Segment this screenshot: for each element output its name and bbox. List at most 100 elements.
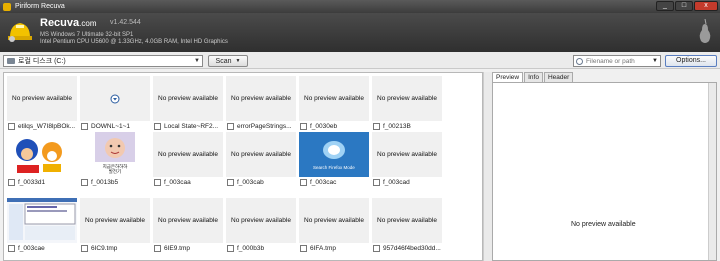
file-thumbnail[interactable]: No preview available f_003cab xyxy=(226,132,296,188)
preview-panel: No preview available xyxy=(492,82,717,261)
scan-label: Scan xyxy=(215,57,232,65)
thumbnail-image: No preview available xyxy=(80,198,150,243)
file-caption: f_003cad xyxy=(372,177,442,188)
filename-input[interactable] xyxy=(586,57,650,65)
image-caption: Search Firefox Mode xyxy=(313,165,355,170)
file-thumbnail[interactable]: No preview available errorPageStrings... xyxy=(226,76,296,132)
file-checkbox[interactable] xyxy=(81,245,88,252)
file-caption: f_003caa xyxy=(153,177,223,188)
options-button[interactable]: Options... xyxy=(665,55,717,67)
file-thumbnail[interactable]: No preview available f_003cad xyxy=(372,132,442,188)
file-name: 6IC9.tmp xyxy=(91,245,118,252)
file-checkbox[interactable] xyxy=(227,123,234,130)
file-checkbox[interactable] xyxy=(300,123,307,130)
tab-preview[interactable]: Preview xyxy=(492,72,524,82)
file-thumbnail[interactable]: No preview available f_003caa xyxy=(153,132,223,188)
file-checkbox[interactable] xyxy=(373,245,380,252)
app-header: Recuva.com v1.42.544 MS Windows 7 Ultima… xyxy=(0,13,720,52)
file-checkbox[interactable] xyxy=(373,179,380,186)
file-caption: f_0013b5 xyxy=(80,177,150,188)
thumbnail-image: No preview available xyxy=(226,132,296,177)
system-info: MS Windows 7 Ultimate 32-bit SP1 Intel P… xyxy=(40,32,228,46)
file-checkbox[interactable] xyxy=(154,245,161,252)
recuva-logo-icon xyxy=(8,23,32,42)
chevron-down-icon: ▼ xyxy=(235,58,241,64)
thumbnail-image: No preview available xyxy=(153,198,223,243)
file-caption: 6IC9.tmp xyxy=(80,243,150,254)
file-caption: f_003cae xyxy=(7,243,77,254)
file-checkbox[interactable] xyxy=(227,179,234,186)
file-name: f_00213B xyxy=(383,123,411,130)
thumbnail-image: No preview available xyxy=(299,76,369,121)
minimize-button[interactable]: _ xyxy=(656,1,674,11)
file-name: f_003cac xyxy=(310,179,337,186)
file-checkbox[interactable] xyxy=(227,245,234,252)
file-checkbox[interactable] xyxy=(81,123,88,130)
screenshot-image xyxy=(7,198,77,243)
firefox-screen-image xyxy=(299,132,369,177)
file-checkbox[interactable] xyxy=(8,245,15,252)
toolbar: 로컬 디스크 (C:) ▼ Scan ▼ ▼ Options... xyxy=(0,52,720,69)
file-thumbnail[interactable]: No preview available f_00213B xyxy=(372,76,442,132)
file-thumbnail[interactable]: No preview available f_000b3b xyxy=(226,198,296,254)
file-caption: errorPageStrings... xyxy=(226,121,296,132)
file-thumbnail[interactable]: No preview available f_0030eb xyxy=(299,76,369,132)
grid-scrollbar[interactable] xyxy=(483,72,492,261)
file-caption: f_003cac xyxy=(299,177,369,188)
file-thumbnail[interactable]: f_0033d1 xyxy=(7,132,77,188)
os-info: MS Windows 7 Ultimate 32-bit SP1 xyxy=(40,32,134,38)
file-checkbox[interactable] xyxy=(300,179,307,186)
file-checkbox[interactable] xyxy=(154,179,161,186)
chevron-down-icon: ▼ xyxy=(194,58,200,64)
file-thumbnail[interactable]: No preview available 6IE9.tmp xyxy=(153,198,223,254)
maximize-button[interactable]: □ xyxy=(675,1,693,11)
hard-drive-icon xyxy=(7,58,15,64)
file-name: f_0033d1 xyxy=(18,179,46,186)
tab-header[interactable]: Header xyxy=(543,72,574,82)
search-icon xyxy=(576,57,583,65)
file-thumbnail[interactable]: DOWNL~1~1 xyxy=(80,76,150,132)
file-caption: f_00213B xyxy=(372,121,442,132)
file-name: f_003cae xyxy=(18,245,45,252)
file-name: f_0030eb xyxy=(310,123,338,130)
thumbnail-image: Search Firefox Mode xyxy=(299,132,369,177)
file-thumbnail[interactable]: No preview available Local State~RF2... xyxy=(153,76,223,132)
thumbnail-image: No preview available xyxy=(226,198,296,243)
file-caption: 6IE9.tmp xyxy=(153,243,223,254)
file-name: errorPageStrings... xyxy=(237,123,292,130)
thumbnail-image: No preview available xyxy=(7,76,77,121)
thumbnail-image xyxy=(80,76,150,121)
preview-pane: Preview Info Header No preview available xyxy=(492,72,717,261)
download-file-icon xyxy=(110,94,120,103)
scan-button[interactable]: Scan ▼ xyxy=(208,55,248,67)
file-caption: f_000b3b xyxy=(226,243,296,254)
thumbnail-image: No preview available xyxy=(372,198,442,243)
thumbnail-image: 지금은하하하 발전기 xyxy=(80,132,150,177)
file-thumbnail[interactable]: No preview available 957d46f4bed30dd... xyxy=(372,198,442,254)
file-checkbox[interactable] xyxy=(300,245,307,252)
file-caption: 6IFA.tmp xyxy=(299,243,369,254)
file-thumbnail[interactable]: No preview available etilqs_W7I8lpBOk... xyxy=(7,76,77,132)
file-name: 6IFA.tmp xyxy=(310,245,337,252)
close-button[interactable]: x xyxy=(694,1,718,11)
file-thumbnail[interactable]: No preview available 6IFA.tmp xyxy=(299,198,369,254)
file-checkbox[interactable] xyxy=(81,179,88,186)
chevron-down-icon[interactable]: ▼ xyxy=(652,56,658,66)
file-checkbox[interactable] xyxy=(8,123,15,130)
drive-select[interactable]: 로컬 디스크 (C:) ▼ xyxy=(3,55,203,67)
tab-info[interactable]: Info xyxy=(524,72,543,82)
file-checkbox[interactable] xyxy=(154,123,161,130)
filename-search[interactable]: ▼ xyxy=(573,55,661,67)
file-thumbnail[interactable]: f_003cae xyxy=(7,198,77,254)
thumbnail-image: No preview available xyxy=(153,76,223,121)
version-label: v1.42.544 xyxy=(110,19,141,26)
brand-name: Recuva.com xyxy=(40,17,97,29)
thumbnail-image: No preview available xyxy=(153,132,223,177)
file-checkbox[interactable] xyxy=(8,179,15,186)
file-thumbnail[interactable]: Search Firefox Mode f_003cac xyxy=(299,132,369,188)
file-thumbnail[interactable]: 지금은하하하 발전기 f_0013b5 xyxy=(80,132,150,188)
preview-message: No preview available xyxy=(571,221,636,228)
file-checkbox[interactable] xyxy=(373,123,380,130)
file-thumbnail[interactable]: No preview available 6IC9.tmp xyxy=(80,198,150,254)
preview-scrollbar[interactable] xyxy=(708,83,716,260)
